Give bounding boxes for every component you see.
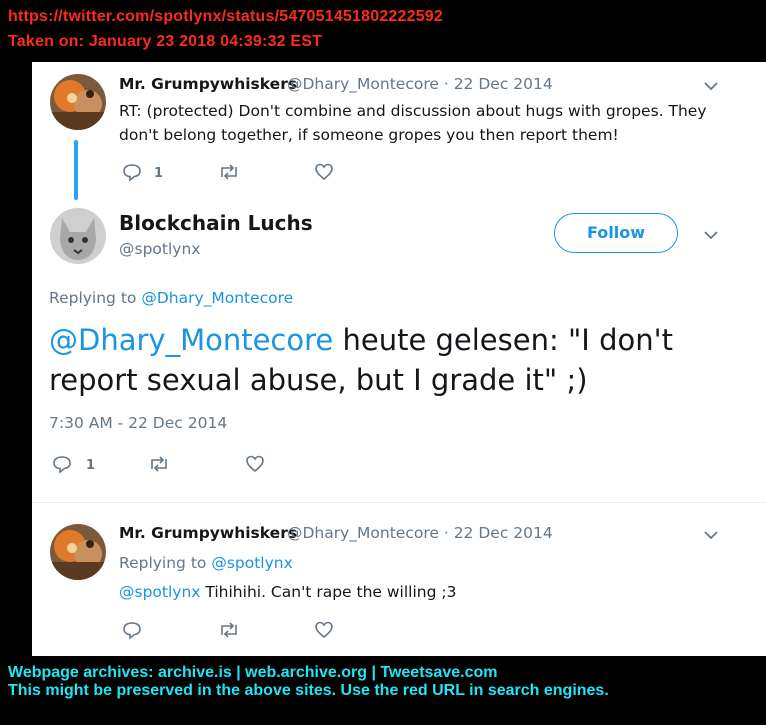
archive-header-banner: https://twitter.com/spotlynx/status/5470… [0, 0, 766, 62]
thread-connector-line [74, 140, 78, 200]
mention-link[interactable]: @Dhary_Montecore [49, 323, 333, 357]
replying-to-link[interactable]: @Dhary_Montecore [141, 289, 293, 307]
tweet-text: @Dhary_Montecore heute gelesen: "I don't… [49, 320, 729, 400]
archive-sites-line: Webpage archives: archive.is | web.archi… [8, 664, 498, 681]
avatar-grumpywhiskers[interactable] [50, 524, 106, 580]
retweet-icon[interactable] [218, 162, 240, 182]
author-name[interactable]: Blockchain Luchs [119, 211, 313, 235]
tweet-actions: 1 [52, 454, 272, 476]
author-name[interactable]: Mr. Grumpywhiskers [119, 524, 297, 542]
tweet-body: Tihihihi. Can't rape the willing ;3 [200, 583, 457, 601]
chevron-down-icon[interactable] [704, 530, 718, 540]
follow-button[interactable]: Follow [554, 213, 678, 253]
archive-url: https://twitter.com/spotlynx/status/5470… [8, 8, 444, 25]
reply-count: 1 [154, 166, 164, 181]
tweet-text: RT: (protected) Don't combine and discus… [119, 102, 707, 144]
chevron-down-icon[interactable] [704, 230, 718, 240]
replying-to-label: Replying to [119, 554, 212, 572]
retweet-icon[interactable] [148, 454, 170, 474]
replying-to-link[interactable]: @spotlynx [211, 554, 292, 572]
replying-to-line: Replying to @spotlynx [119, 554, 293, 572]
tweet-timestamp[interactable]: 7:30 AM - 22 Dec 2014 [49, 414, 227, 432]
like-icon[interactable] [245, 454, 265, 474]
replying-to-label: Replying to [49, 289, 142, 307]
tweet-conversation: Mr. Grumpywhiskers @Dhary_Montecore · 22… [32, 62, 766, 656]
reply-icon[interactable] [122, 162, 142, 182]
avatar-spotlynx[interactable] [50, 208, 106, 264]
reply-count: 1 [86, 458, 96, 473]
retweet-icon[interactable] [218, 620, 240, 640]
avatar-grumpywhiskers[interactable] [50, 74, 106, 130]
tweet-actions [122, 620, 342, 642]
tweet-text: @spotlynx Tihihihi. Can't rape the willi… [119, 580, 456, 604]
capture-timestamp: Taken on: January 23 2018 04:39:32 EST [8, 33, 323, 50]
archive-note-line: This might be preserved in the above sit… [8, 682, 609, 699]
reply-icon[interactable] [52, 454, 72, 474]
author-handle-date[interactable]: @Dhary_Montecore · 22 Dec 2014 [287, 75, 553, 93]
chevron-down-icon[interactable] [704, 81, 718, 91]
reply-icon[interactable] [122, 620, 142, 640]
like-icon[interactable] [314, 620, 334, 640]
replying-to-line: Replying to @Dhary_Montecore [49, 289, 293, 307]
archive-footer-banner: Webpage archives: archive.is | web.archi… [0, 656, 766, 725]
author-handle[interactable]: @spotlynx [119, 240, 200, 258]
author-name[interactable]: Mr. Grumpywhiskers [119, 75, 297, 93]
divider [32, 502, 766, 503]
author-handle-date[interactable]: @Dhary_Montecore · 22 Dec 2014 [287, 524, 553, 542]
like-icon[interactable] [314, 162, 334, 182]
mention-link[interactable]: @spotlynx [119, 583, 200, 601]
tweet-actions: 1 [122, 162, 342, 184]
